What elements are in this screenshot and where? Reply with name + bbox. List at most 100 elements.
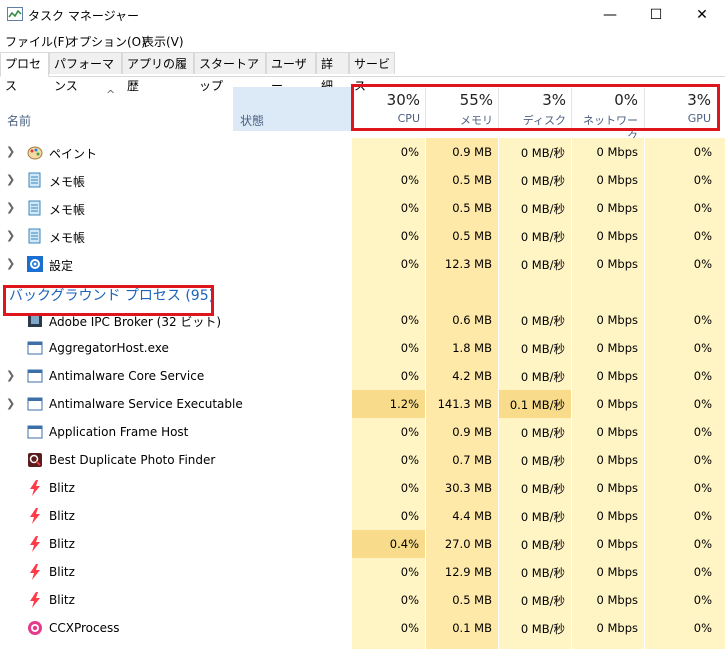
gpu-cell: 0% (693, 537, 712, 551)
disk-cell: 0 MB/秒 (520, 258, 565, 272)
process-name: Blitz (49, 593, 75, 607)
cpu-cell: 0% (400, 257, 419, 271)
process-name: メモ帳 (49, 175, 86, 189)
network-cell: 0 Mbps (596, 229, 639, 243)
minimize-button[interactable]: — (587, 0, 633, 30)
disk-cell: 0 MB/秒 (520, 174, 565, 188)
disk-cell: 0 MB/秒 (520, 538, 565, 552)
cpu-cell: 0% (400, 453, 419, 467)
process-name: CCXProcess (49, 621, 120, 635)
column-header-name[interactable]: 名前 (7, 112, 31, 129)
notepad-icon (27, 200, 43, 216)
tab-app-history[interactable]: アプリの履歴 (122, 52, 194, 93)
cpu-cell: 0.4% (389, 537, 419, 551)
network-cell: 0 Mbps (596, 565, 639, 579)
memory-cell: 0.9 MB (452, 425, 492, 439)
process-row[interactable]: ❯ メモ帳 0% 0.5 MB 0 MB/秒 0 Mbps 0% (0, 222, 725, 250)
tab-performance[interactable]: パフォーマンス (49, 52, 122, 93)
gpu-cell: 0% (693, 145, 712, 159)
gpu-cell: 0% (693, 341, 712, 355)
network-cell: 0 Mbps (596, 621, 639, 635)
process-row[interactable]: Best Duplicate Photo Finder 0% 0.7 MB 0 MB/… (0, 446, 725, 474)
expand-chevron-icon[interactable]: ❯ (6, 173, 15, 186)
blitz-bolt-icon (27, 592, 43, 608)
process-name: ペイント (49, 147, 98, 161)
expand-chevron-icon[interactable]: ❯ (6, 257, 15, 270)
close-button[interactable]: ✕ (679, 0, 725, 30)
expand-chevron-icon[interactable]: ❯ (6, 369, 15, 382)
process-row[interactable]: ❯ 設定 0% 12.3 MB 0 MB/秒 0 Mbps 0% (0, 250, 725, 278)
maximize-button[interactable]: ☐ (633, 0, 679, 30)
tab-processes[interactable]: プロセス (0, 52, 49, 93)
disk-cell: 0 MB/秒 (520, 426, 565, 440)
gpu-cell: 0% (693, 369, 712, 383)
process-row[interactable]: Blitz 0% 4.4 MB 0 MB/秒 0 Mbps 0% (0, 502, 725, 530)
blitz-bolt-icon (27, 508, 43, 524)
process-row[interactable]: AggregatorHost.exe 0% 1.8 MB 0 MB/秒 0 Mbps 0% (0, 334, 725, 362)
process-row[interactable]: Blitz 0% 0.5 MB 0 MB/秒 0 Mbps 0% (0, 586, 725, 614)
memory-cell: 0.1 MB (452, 621, 492, 635)
network-cell: 0 Mbps (596, 481, 639, 495)
process-name: Blitz (49, 537, 75, 551)
cpu-cell: 0% (400, 565, 419, 579)
process-row[interactable]: Blitz 0.4% 27.0 MB 0 MB/秒 0 Mbps 0% (0, 530, 725, 558)
tab-startup[interactable]: スタートアップ (194, 52, 266, 93)
background-section-highlight (3, 285, 214, 316)
process-row[interactable]: ❯ メモ帳 0% 0.5 MB 0 MB/秒 0 Mbps 0% (0, 194, 725, 222)
process-row[interactable]: CCXProcess 0% 0.1 MB 0 MB/秒 0 Mbps 0% (0, 614, 725, 642)
network-cell: 0 Mbps (596, 173, 639, 187)
disk-cell: 0 MB/秒 (520, 146, 565, 160)
tab-users[interactable]: ユーザー (266, 52, 316, 93)
network-cell: 0 Mbps (596, 397, 639, 411)
cpu-cell: 0% (400, 425, 419, 439)
column-header-status[interactable]: 状態 (240, 112, 264, 129)
process-row[interactable]: ❯ メモ帳 0% 0.5 MB 0 MB/秒 0 Mbps 0% (0, 166, 725, 194)
expand-chevron-icon[interactable]: ❯ (6, 229, 15, 242)
process-row[interactable]: Blitz 0% 30.3 MB 0 MB/秒 0 Mbps 0% (0, 474, 725, 502)
cpu-cell: 0% (400, 145, 419, 159)
cpu-cell: 0% (400, 593, 419, 607)
network-cell: 0 Mbps (596, 593, 639, 607)
menu-options[interactable]: オプション(O) (67, 33, 146, 50)
process-row[interactable]: ❯ Antimalware Service Executable 1.2% 141.3… (0, 390, 725, 418)
memory-cell: 0.5 MB (452, 173, 492, 187)
process-row[interactable]: Blitz 0% 12.9 MB 0 MB/秒 0 Mbps 0% (0, 558, 725, 586)
network-cell: 0 Mbps (596, 257, 639, 271)
process-name: Antimalware Core Service (49, 369, 205, 383)
gpu-cell: 0% (693, 201, 712, 215)
cpu-cell: 1.2% (389, 397, 419, 411)
expand-chevron-icon[interactable]: ❯ (6, 201, 15, 214)
process-name: 設定 (49, 259, 74, 273)
process-grid: ❯ ペイント 0% 0.9 MB 0 MB/秒 0 Mbps 0% ❯ メモ帳 0% 0.5 MB 0… (0, 138, 725, 649)
gpu-cell: 0% (693, 453, 712, 467)
disk-cell: 0 MB/秒 (520, 314, 565, 328)
disk-cell: 0 MB/秒 (520, 566, 565, 580)
network-cell: 0 Mbps (596, 453, 639, 467)
expand-chevron-icon[interactable]: ❯ (6, 397, 15, 410)
disk-cell: 0 MB/秒 (520, 622, 565, 636)
network-cell: 0 Mbps (596, 425, 639, 439)
duplicate-finder-icon (27, 452, 43, 468)
process-row[interactable]: Application Frame Host 0% 0.9 MB 0 MB/秒 0 Mb… (0, 418, 725, 446)
process-row[interactable]: ❯ Antimalware Core Service 0% 4.2 MB 0 MB/秒 0… (0, 362, 725, 390)
disk-cell: 0 MB/秒 (520, 342, 565, 356)
process-name: メモ帳 (49, 231, 86, 245)
expand-chevron-icon[interactable]: ❯ (6, 145, 15, 158)
gpu-cell: 0% (693, 397, 712, 411)
cpu-cell: 0% (400, 369, 419, 383)
tab-details[interactable]: 詳細 (316, 52, 349, 93)
gpu-cell: 0% (693, 425, 712, 439)
process-name: Antimalware Service Executable (49, 397, 243, 411)
cpu-cell: 0% (400, 229, 419, 243)
paint-icon (27, 144, 43, 160)
disk-cell: 0 MB/秒 (520, 202, 565, 216)
sort-indicator-icon: ^ (106, 88, 116, 101)
memory-cell: 27.0 MB (444, 537, 492, 551)
cpu-cell: 0% (400, 313, 419, 327)
menu-view[interactable]: 表示(V) (142, 33, 184, 50)
blitz-bolt-icon (27, 564, 43, 580)
memory-cell: 141.3 MB (437, 397, 492, 411)
process-row[interactable]: ❯ ペイント 0% 0.9 MB 0 MB/秒 0 Mbps 0% (0, 138, 725, 166)
tab-services[interactable]: サービス (349, 52, 395, 93)
menu-file[interactable]: ファイル(F) (5, 33, 69, 50)
